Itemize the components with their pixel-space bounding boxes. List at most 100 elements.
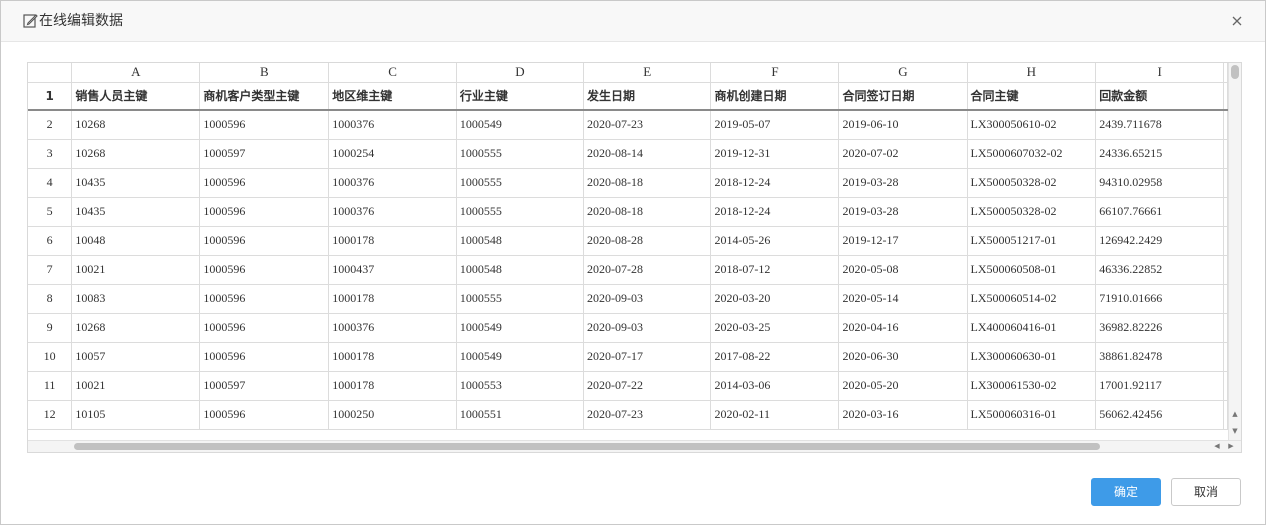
column-header-c[interactable]: C (328, 63, 457, 83)
data-cell[interactable]: 2019-03-28 (838, 168, 968, 198)
data-cell[interactable]: 2018-07-12 (710, 255, 840, 285)
data-cell[interactable]: LX400060416-01 (967, 313, 1097, 343)
data-cell[interactable]: 1000376 (328, 197, 457, 227)
empty-cell[interactable] (1223, 371, 1228, 401)
data-cell[interactable]: LX500060316-01 (967, 400, 1097, 430)
data-cell[interactable]: 1000376 (328, 110, 457, 140)
data-cell[interactable]: 2020-09-03 (583, 313, 712, 343)
cancel-button[interactable]: 取消 (1171, 478, 1241, 506)
data-cell[interactable]: 2014-03-06 (710, 371, 840, 401)
data-cell[interactable]: 1000596 (199, 313, 330, 343)
vertical-scrollbar[interactable]: ▲ ▼ (1228, 63, 1241, 441)
data-cell[interactable]: 2019-03-28 (838, 197, 968, 227)
row-number[interactable]: 12 (28, 400, 73, 430)
row-number[interactable]: 8 (28, 284, 73, 314)
data-cell[interactable]: 2020-07-23 (583, 400, 712, 430)
data-cell[interactable]: 36982.82226 (1095, 313, 1224, 343)
data-cell[interactable]: 2020-08-14 (583, 139, 712, 169)
data-cell[interactable]: 24336.65215 (1095, 139, 1224, 169)
data-cell[interactable]: 2020-03-25 (710, 313, 840, 343)
data-cell[interactable]: 1000596 (199, 197, 330, 227)
row-number[interactable]: 3 (28, 139, 73, 169)
data-cell[interactable]: 1000551 (456, 400, 585, 430)
field-cell[interactable]: 回款金额 (1095, 82, 1224, 111)
empty-cell[interactable] (1223, 226, 1228, 256)
data-cell[interactable]: LX5000607032-02 (967, 139, 1097, 169)
horizontal-scrollbar[interactable]: ◀ ▶ (28, 440, 1241, 452)
field-cell[interactable]: 商机客户类型主键 (199, 82, 330, 111)
data-cell[interactable]: LX500060514-02 (967, 284, 1097, 314)
column-header-f[interactable]: F (710, 63, 840, 83)
column-header-d[interactable]: D (456, 63, 585, 83)
data-cell[interactable]: 2018-12-24 (710, 168, 840, 198)
data-cell[interactable]: 1000555 (456, 284, 585, 314)
field-cell[interactable]: 地区维主键 (328, 82, 457, 111)
data-cell[interactable]: 71910.01666 (1095, 284, 1224, 314)
data-cell[interactable]: 2019-12-31 (710, 139, 840, 169)
empty-cell[interactable] (1223, 342, 1228, 372)
data-cell[interactable]: LX300050610-02 (967, 110, 1097, 140)
vertical-scroll-thumb[interactable] (1231, 65, 1239, 79)
data-cell[interactable]: 2014-05-26 (710, 226, 840, 256)
row-number[interactable]: 6 (28, 226, 73, 256)
row-number[interactable]: 10 (28, 342, 73, 372)
data-cell[interactable]: 2017-08-22 (710, 342, 840, 372)
row-number[interactable]: 4 (28, 168, 73, 198)
data-cell[interactable]: 46336.22852 (1095, 255, 1224, 285)
data-cell[interactable]: LX500050328-02 (967, 197, 1097, 227)
row-number[interactable]: 1 (28, 82, 73, 111)
data-cell[interactable]: 1000596 (199, 342, 330, 372)
data-cell[interactable]: 2020-02-11 (710, 400, 840, 430)
data-cell[interactable]: 2020-06-30 (838, 342, 968, 372)
data-cell[interactable]: 56062.42456 (1095, 400, 1224, 430)
data-cell[interactable]: 2019-12-17 (838, 226, 968, 256)
data-cell[interactable]: 17001.92117 (1095, 371, 1224, 401)
data-cell[interactable]: 2019-05-07 (710, 110, 840, 140)
column-header-e[interactable]: E (583, 63, 712, 83)
column-header-i[interactable]: I (1095, 63, 1224, 83)
column-header-g[interactable]: G (838, 63, 968, 83)
data-cell[interactable]: 2020-07-28 (583, 255, 712, 285)
data-cell[interactable]: 2020-03-20 (710, 284, 840, 314)
data-cell[interactable]: 2019-06-10 (838, 110, 968, 140)
empty-cell[interactable] (1223, 400, 1228, 430)
data-cell[interactable]: LX500050328-02 (967, 168, 1097, 198)
data-cell[interactable]: 2020-05-14 (838, 284, 968, 314)
data-cell[interactable]: LX500051217-01 (967, 226, 1097, 256)
data-cell[interactable]: 1000596 (199, 400, 330, 430)
field-cell[interactable]: 商机创建日期 (710, 82, 840, 111)
data-cell[interactable]: 2020-07-22 (583, 371, 712, 401)
data-cell[interactable]: 1000597 (199, 139, 330, 169)
data-cell[interactable]: 1000548 (456, 226, 585, 256)
data-cell[interactable]: 1000555 (456, 168, 585, 198)
data-cell[interactable]: 1000178 (328, 371, 457, 401)
close-icon[interactable] (1229, 13, 1245, 29)
data-cell[interactable]: 1000553 (456, 371, 585, 401)
data-cell[interactable]: 1000376 (328, 313, 457, 343)
field-cell[interactable]: 销售人员主键 (71, 82, 201, 111)
row-number[interactable]: 5 (28, 197, 73, 227)
empty-cell[interactable] (1223, 255, 1228, 285)
empty-cell[interactable] (1223, 110, 1228, 140)
row-number[interactable]: 2 (28, 110, 73, 140)
empty-cell[interactable] (1223, 168, 1228, 198)
field-cell[interactable]: 行业主键 (456, 82, 585, 111)
data-cell[interactable]: 1000548 (456, 255, 585, 285)
data-cell[interactable]: 2439.711678 (1095, 110, 1224, 140)
empty-cell[interactable] (1223, 197, 1228, 227)
data-cell[interactable]: 94310.02958 (1095, 168, 1224, 198)
row-number[interactable]: 7 (28, 255, 73, 285)
row-number[interactable]: 11 (28, 371, 73, 401)
data-cell[interactable]: 10021 (71, 255, 201, 285)
scroll-down-icon[interactable]: ▼ (1229, 425, 1241, 437)
empty-cell[interactable] (1223, 284, 1228, 314)
data-cell[interactable]: 1000376 (328, 168, 457, 198)
data-cell[interactable]: 1000250 (328, 400, 457, 430)
spreadsheet-grid[interactable]: A B C D E F G H I 1 销售人员主键 商机客户类型主键 地区维主键 行业主键 发生日期 商机创… (28, 63, 1228, 441)
data-cell[interactable]: 10021 (71, 371, 201, 401)
data-cell[interactable]: 1000178 (328, 342, 457, 372)
horizontal-scroll-thumb[interactable] (74, 443, 1100, 450)
data-cell[interactable]: 10268 (71, 110, 201, 140)
data-cell[interactable]: 1000549 (456, 342, 585, 372)
data-cell[interactable]: 1000437 (328, 255, 457, 285)
